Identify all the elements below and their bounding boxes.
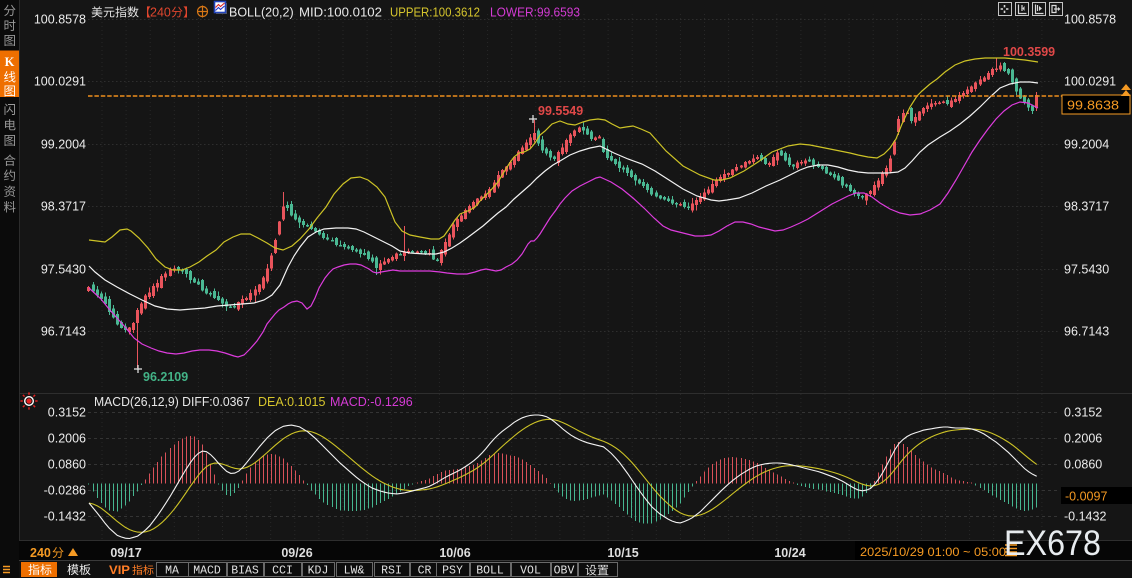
svg-text:-0.0286: -0.0286 [44,484,86,498]
svg-text:96.2109: 96.2109 [143,370,188,384]
svg-text:KDJ: KDJ [308,565,329,578]
svg-text:-0.1432: -0.1432 [44,510,86,524]
svg-text:UPPER:100.3612: UPPER:100.3612 [390,6,480,20]
svg-text:97.5430: 97.5430 [41,263,86,277]
svg-text:98.3717: 98.3717 [1064,200,1109,214]
svg-text:-0.0097: -0.0097 [1065,490,1107,504]
svg-text:0.2006: 0.2006 [1064,432,1102,446]
svg-text:VIP: VIP [109,563,130,577]
svg-text:98.3717: 98.3717 [41,200,86,214]
svg-text:PSY: PSY [442,565,463,578]
svg-text:99.5549: 99.5549 [538,104,583,118]
svg-text:K: K [5,55,15,69]
svg-text:MA: MA [165,565,179,578]
svg-text:96.7143: 96.7143 [1064,325,1109,339]
svg-text:96.7143: 96.7143 [41,325,86,339]
svg-text:100.3599: 100.3599 [1003,45,1055,59]
svg-text:MACD: MACD [193,565,221,578]
svg-text:0.2006: 0.2006 [48,432,86,446]
svg-text:-0.1432: -0.1432 [1064,510,1106,524]
svg-text:09/26: 09/26 [281,546,312,560]
svg-text:MID:100.0102: MID:100.0102 [299,6,382,20]
svg-text:OBV: OBV [554,565,575,578]
svg-text:240: 240 [30,546,51,560]
svg-text:VOL: VOL [520,565,541,578]
svg-text:DEA:0.1015: DEA:0.1015 [258,395,325,409]
svg-text:10/24: 10/24 [774,546,805,560]
svg-text:CCI: CCI [272,565,293,578]
svg-text:0.0860: 0.0860 [48,458,86,472]
svg-text:MACD:-0.1296: MACD:-0.1296 [330,395,413,409]
svg-text:100.8578: 100.8578 [34,13,86,27]
svg-text:0.3152: 0.3152 [48,406,86,420]
svg-text:MACD(26,12,9) DIFF:0.0367: MACD(26,12,9) DIFF:0.0367 [94,395,250,409]
svg-text:100.0291: 100.0291 [1064,75,1116,89]
svg-text:BIAS: BIAS [231,565,259,578]
svg-text:100.0291: 100.0291 [34,75,86,89]
svg-text:EX678: EX678 [1004,524,1101,563]
svg-text:09/17: 09/17 [110,546,141,560]
svg-text:97.5430: 97.5430 [1064,263,1109,277]
svg-text:0.0860: 0.0860 [1064,458,1102,472]
svg-text:2025/10/29 01:00 ~ 05:00: 2025/10/29 01:00 ~ 05:00 [860,545,1006,559]
svg-text:LOWER:99.6593: LOWER:99.6593 [490,6,580,20]
svg-text:240: 240 [150,6,171,20]
svg-text:99.2004: 99.2004 [41,138,86,152]
svg-text:BOLL(20,2): BOLL(20,2) [229,6,294,20]
svg-text:100.8578: 100.8578 [1064,13,1116,27]
svg-text:BOLL: BOLL [476,565,504,578]
svg-text:0.3152: 0.3152 [1064,406,1102,420]
svg-text:CR: CR [418,565,432,578]
svg-text:99.2004: 99.2004 [1064,138,1109,152]
svg-text:10/15: 10/15 [607,546,638,560]
svg-text:99.8638: 99.8638 [1067,98,1119,113]
svg-text:10/06: 10/06 [439,546,470,560]
svg-text:RSI: RSI [381,565,402,578]
svg-text:LW&: LW& [344,565,365,578]
